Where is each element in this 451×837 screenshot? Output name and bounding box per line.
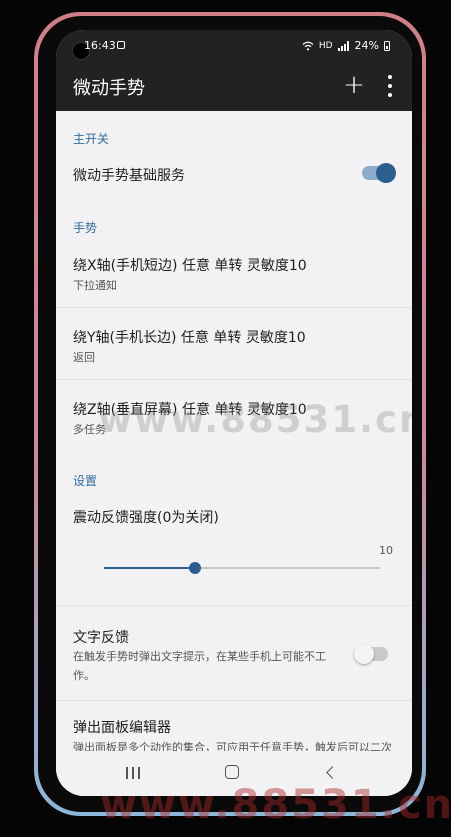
- vibration-strength-title: 震动反馈强度(0为关闭): [73, 510, 219, 526]
- slider-thumb[interactable]: [189, 562, 202, 574]
- hd-icon: HD: [318, 40, 333, 51]
- gesture-title: 绕Y轴(手机长边) 任意 单转 灵敏度10: [73, 330, 306, 346]
- top-area: 16:43 HD 24% 微动手势 +: [56, 30, 412, 111]
- divider: [56, 379, 412, 380]
- text-feedback-summary: 在触发手势时弹出文字提示，在某些手机上可能不工作。: [73, 650, 326, 682]
- divider: [56, 307, 412, 308]
- divider: [56, 605, 412, 606]
- gesture-item-x[interactable]: 绕X轴(手机短边) 任意 单转 灵敏度10 下拉通知: [56, 237, 412, 307]
- base-service-row[interactable]: 微动手势基础服务: [56, 147, 412, 197]
- status-bar: 16:43 HD 24%: [56, 30, 412, 62]
- vibration-strength-slider[interactable]: [104, 562, 380, 574]
- status-icons: HD 24%: [302, 39, 390, 52]
- add-button[interactable]: +: [339, 68, 369, 102]
- watermark-text-bottom: www.88531.cn: [100, 782, 451, 828]
- wifi-icon: [302, 41, 314, 50]
- notification-icon: [117, 41, 125, 49]
- slider-fill: [104, 567, 196, 569]
- section-header-gestures: 手势: [73, 221, 98, 235]
- base-service-title: 微动手势基础服务: [73, 168, 185, 184]
- base-service-switch[interactable]: [362, 163, 396, 183]
- app-bar: 微动手势 +: [56, 62, 412, 111]
- text-feedback-title: 文字反馈: [73, 630, 129, 646]
- more-options-icon[interactable]: [380, 72, 400, 100]
- gesture-summary: 下拉通知: [73, 279, 117, 292]
- gesture-item-y[interactable]: 绕Y轴(手机长边) 任意 单转 灵敏度10 返回: [56, 309, 412, 379]
- section-header-main-switch: 主开关: [73, 132, 110, 146]
- divider: [56, 700, 412, 701]
- section-header-settings: 设置: [73, 474, 98, 488]
- volume-button: [34, 212, 38, 260]
- power-button: [422, 142, 426, 204]
- battery-percent: 24%: [354, 39, 379, 52]
- vibration-strength-row: 震动反馈强度(0为关闭) 10: [56, 491, 412, 581]
- gesture-title: 绕X轴(手机短边) 任意 单转 灵敏度10: [73, 258, 307, 274]
- text-feedback-switch[interactable]: [354, 644, 388, 664]
- vibration-strength-value: 10: [379, 544, 393, 557]
- recent-apps-icon[interactable]: [126, 767, 140, 779]
- gesture-summary: 返回: [73, 351, 95, 364]
- panel-editor-title: 弹出面板编辑器: [73, 720, 171, 736]
- watermark-text: www.88531.cn: [98, 398, 412, 441]
- phone-screen: 16:43 HD 24% 微动手势 + 主开关 微动手势基础服务 手势 绕X轴(…: [56, 30, 412, 796]
- text-feedback-row[interactable]: 文字反馈 在触发手势时弹出文字提示，在某些手机上可能不工作。: [56, 607, 412, 699]
- signal-icon: [337, 40, 349, 51]
- home-icon[interactable]: [225, 765, 239, 779]
- back-icon[interactable]: [326, 766, 339, 779]
- status-time: 16:43: [84, 39, 116, 52]
- app-title: 微动手势: [73, 78, 145, 99]
- battery-icon: [384, 40, 390, 51]
